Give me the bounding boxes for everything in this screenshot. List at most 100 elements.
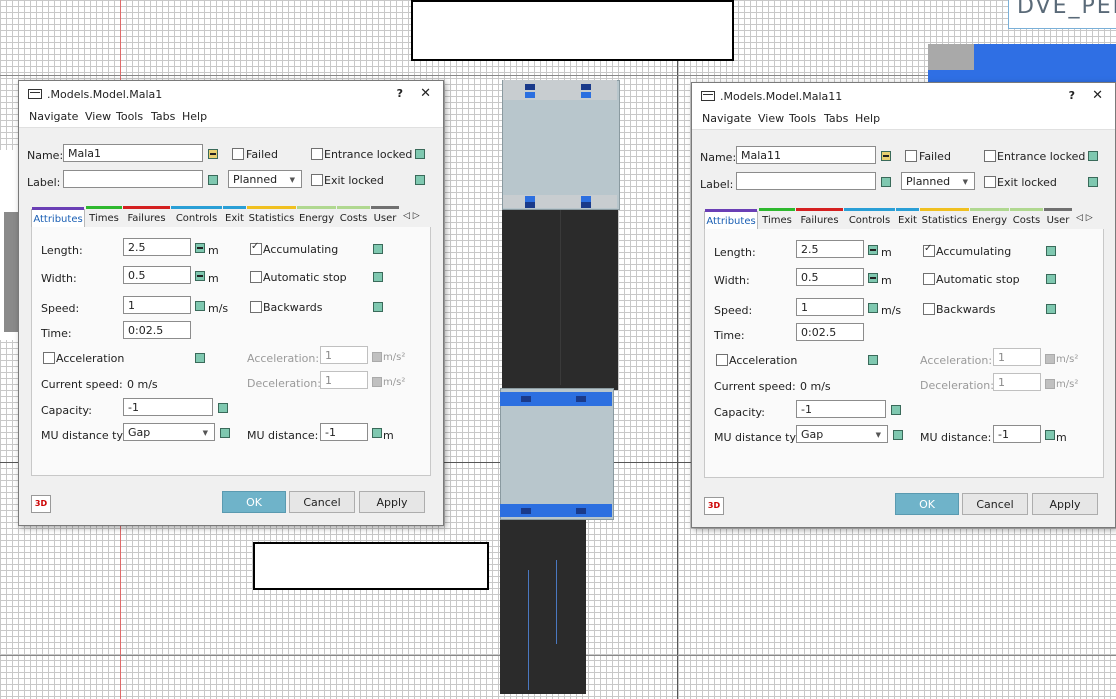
name-field[interactable]: Mala1 [63,144,203,162]
ok-button[interactable]: OK [222,491,286,513]
planned-dropdown[interactable]: Planned ▼ [901,172,975,190]
inherit-icon[interactable] [868,303,878,313]
inherit-icon[interactable] [372,428,382,438]
conveyor-track-lower[interactable] [500,518,586,694]
mu-distance-type-dropdown[interactable]: Gap ▼ [796,425,888,443]
tab-times[interactable]: Times [86,206,122,227]
automatic-stop-checkbox[interactable] [250,271,262,283]
tab-exit[interactable]: Exit [223,206,246,227]
apply-button[interactable]: Apply [359,491,425,513]
label-field[interactable] [63,170,203,188]
exit-locked-checkbox[interactable] [311,174,323,186]
tab-costs[interactable]: Costs [1010,208,1043,229]
tab-energy[interactable]: Energy [970,208,1009,229]
backwards-checkbox[interactable] [923,303,935,315]
entrance-locked-checkbox[interactable] [311,148,323,160]
label-field[interactable] [736,172,876,190]
inherit-icon[interactable] [1088,177,1098,187]
tab-energy[interactable]: Energy [297,206,336,227]
length-field[interactable]: 2.5 [123,238,191,256]
capacity-field[interactable]: -1 [123,398,213,416]
inherit-icon[interactable] [868,245,878,255]
tab-user[interactable]: User [1044,208,1072,229]
cancel-button[interactable]: Cancel [962,493,1028,515]
tab-exit[interactable]: Exit [896,208,919,229]
menu-view[interactable]: View [758,112,784,125]
close-button[interactable]: ✕ [420,86,431,101]
inherit-icon[interactable] [373,244,383,254]
time-field[interactable]: 0:02.5 [123,321,191,339]
speed-field[interactable]: 1 [796,298,864,316]
inherit-icon[interactable] [1046,304,1056,314]
dialog-title-bar[interactable]: .Models.Model.Mala1 ? ✕ [19,81,443,107]
acceleration-checkbox[interactable] [43,352,55,364]
dialog-title-bar[interactable]: .Models.Model.Mala11 ? ✕ [692,83,1115,109]
3d-button[interactable]: 3D [704,497,724,515]
failed-checkbox[interactable] [232,148,244,160]
inherit-icon[interactable] [373,272,383,282]
tab-attributes[interactable]: Attributes [704,209,758,229]
menu-tools[interactable]: Tools [789,112,816,125]
mu-distance-field[interactable]: -1 [993,425,1041,443]
tab-failures[interactable]: Failures [796,208,843,229]
inherit-icon[interactable] [195,353,205,363]
menu-navigate[interactable]: Navigate [702,112,751,125]
mu-distance-field[interactable]: -1 [320,423,368,441]
3d-button[interactable]: 3D [31,495,51,513]
close-button[interactable]: ✕ [1092,88,1103,103]
tab-scroll-arrows[interactable]: ◁ ▷ [1076,213,1093,223]
tab-attributes[interactable]: Attributes [31,207,85,227]
deceleration-field[interactable]: 1 [320,371,368,389]
inherit-icon[interactable] [208,175,218,185]
inherit-icon[interactable] [415,175,425,185]
width-field[interactable]: 0.5 [796,268,864,286]
tab-user[interactable]: User [371,206,399,227]
inherit-icon[interactable] [1088,151,1098,161]
help-button[interactable]: ? [397,87,403,100]
tab-statistics[interactable]: Statistics [247,206,296,227]
menu-help[interactable]: Help [182,110,207,123]
inherit-icon[interactable] [415,149,425,159]
inherit-icon[interactable] [891,405,901,415]
planned-dropdown[interactable]: Planned ▼ [228,170,302,188]
accumulating-checkbox[interactable] [250,241,262,255]
menu-tabs[interactable]: Tabs [824,112,848,125]
mu-distance-type-dropdown[interactable]: Gap ▼ [123,423,215,441]
canvas-text-box[interactable] [411,0,734,61]
acceleration-field[interactable]: 1 [320,346,368,364]
acceleration-field[interactable]: 1 [993,348,1041,366]
inherit-icon[interactable] [218,403,228,413]
tab-scroll-arrows[interactable]: ◁ ▷ [403,211,420,221]
inherit-icon[interactable] [1046,274,1056,284]
inherit-icon[interactable] [881,177,891,187]
backwards-checkbox[interactable] [250,301,262,313]
inherit-icon[interactable] [868,355,878,365]
inherit-icon[interactable] [208,149,218,159]
tab-failures[interactable]: Failures [123,206,170,227]
length-field[interactable]: 2.5 [796,240,864,258]
inherit-icon[interactable] [195,243,205,253]
inherit-icon[interactable] [1046,246,1056,256]
failed-checkbox[interactable] [905,150,917,162]
menu-view[interactable]: View [85,110,111,123]
apply-button[interactable]: Apply [1032,493,1098,515]
accumulating-checkbox[interactable] [923,243,935,257]
menu-navigate[interactable]: Navigate [29,110,78,123]
canvas-text-box[interactable] [253,542,489,590]
width-field[interactable]: 0.5 [123,266,191,284]
exit-locked-checkbox[interactable] [984,176,996,188]
inherit-icon[interactable] [1045,430,1055,440]
tab-controls[interactable]: Controls [844,208,895,229]
inherit-icon[interactable] [373,302,383,312]
menu-tools[interactable]: Tools [116,110,143,123]
help-button[interactable]: ? [1069,89,1075,102]
inherit-icon[interactable] [868,273,878,283]
inherit-icon[interactable] [195,271,205,281]
inherit-icon[interactable] [195,301,205,311]
automatic-stop-checkbox[interactable] [923,273,935,285]
menu-help[interactable]: Help [855,112,880,125]
time-field[interactable]: 0:02.5 [796,323,864,341]
entrance-locked-checkbox[interactable] [984,150,996,162]
cancel-button[interactable]: Cancel [289,491,355,513]
inherit-icon[interactable] [881,151,891,161]
